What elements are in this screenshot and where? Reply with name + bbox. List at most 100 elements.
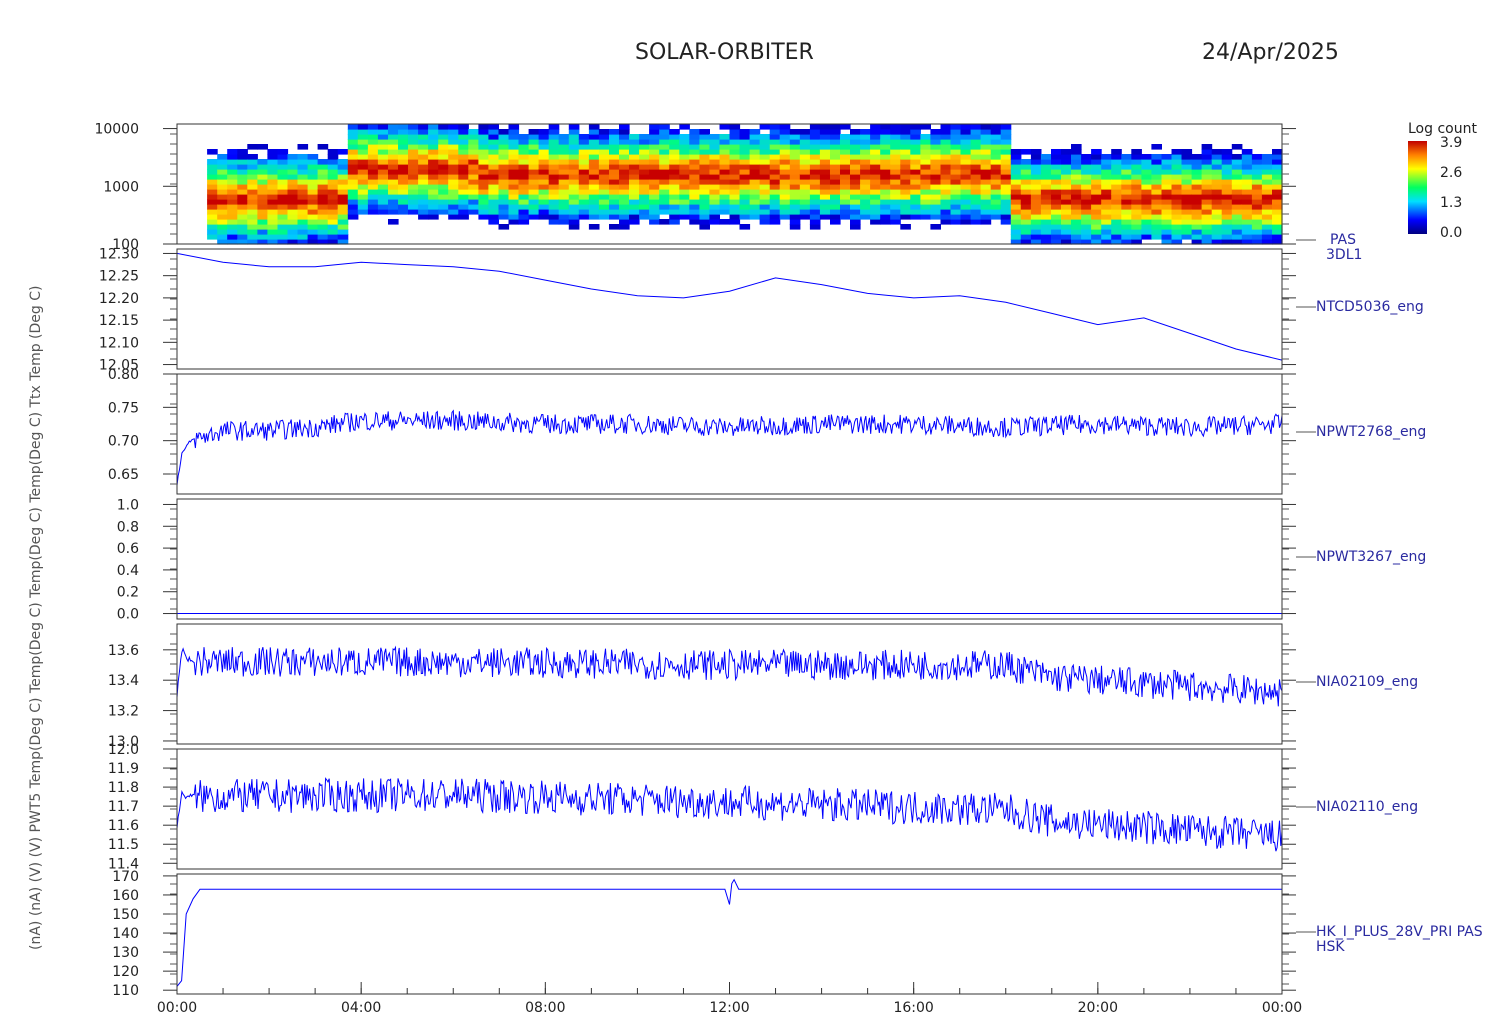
spectrogram-cell bbox=[830, 219, 841, 225]
spectrogram-cell bbox=[538, 154, 550, 160]
spectrogram-cell bbox=[769, 154, 781, 160]
spectrogram-cell bbox=[367, 124, 379, 130]
spectrogram-cell bbox=[920, 139, 931, 145]
panels: 100001000100 PAS3DL112.3012.2512.2012.151… bbox=[94, 122, 1482, 1000]
spectrogram-cell bbox=[267, 164, 278, 170]
spectrogram-cell bbox=[528, 139, 540, 145]
spectrogram-cell bbox=[1272, 234, 1283, 240]
spectrogram-cell bbox=[649, 184, 660, 190]
spectrogram-cell bbox=[528, 159, 540, 165]
spectrogram-cell bbox=[1221, 149, 1233, 155]
spectrogram-cell bbox=[377, 209, 389, 215]
spectrogram-cell bbox=[418, 154, 429, 160]
spectrogram-cell bbox=[478, 144, 489, 150]
spectrogram-cell bbox=[448, 134, 459, 140]
spectrogram-cell bbox=[408, 179, 419, 185]
spectrogram-cell bbox=[1030, 154, 1042, 160]
spectrogram-cell bbox=[1030, 164, 1042, 170]
spectrogram-cell bbox=[327, 214, 339, 220]
spectrogram-cell bbox=[207, 194, 218, 200]
spectrogram-cell bbox=[910, 144, 921, 150]
spectrogram-cell bbox=[910, 159, 921, 165]
spectrogram-cell bbox=[357, 204, 369, 210]
spectrogram-cell bbox=[719, 149, 731, 155]
spectrogram-cell bbox=[1131, 164, 1142, 170]
y-tick-label: 11.7 bbox=[108, 799, 139, 815]
spectrogram-cell bbox=[639, 164, 650, 170]
spectrogram-cell bbox=[568, 189, 580, 195]
spectrogram-cell bbox=[880, 194, 891, 200]
spectrogram-cell bbox=[1141, 184, 1152, 190]
spectrogram-cell bbox=[970, 154, 982, 160]
spectrogram-cell bbox=[789, 194, 801, 200]
spectrogram-cell bbox=[488, 199, 499, 205]
spectrogram-cell bbox=[659, 159, 670, 165]
spectrogram-cell bbox=[468, 139, 479, 145]
spectrogram-cell bbox=[1061, 199, 1072, 205]
spectrogram-cell bbox=[1051, 154, 1062, 160]
spectrogram-cell bbox=[1261, 164, 1273, 170]
spectrogram-cell bbox=[528, 169, 540, 175]
spectrogram-cell bbox=[1231, 144, 1243, 150]
spectrogram-cell bbox=[1030, 209, 1042, 215]
spectrogram-cell bbox=[458, 164, 469, 170]
spectrogram-cell bbox=[267, 154, 278, 160]
spectrogram-cell bbox=[1051, 184, 1062, 190]
spectrogram-cell bbox=[1261, 184, 1273, 190]
spectrogram-cell bbox=[538, 204, 550, 210]
spectrogram-cell bbox=[337, 179, 349, 185]
spectrogram-cell bbox=[247, 144, 258, 150]
spectrogram-cell bbox=[448, 189, 459, 195]
spectrogram-cell bbox=[548, 184, 560, 190]
spectrogram-cell bbox=[1231, 204, 1243, 210]
spectrogram-cell bbox=[528, 149, 540, 155]
spectrogram-cell bbox=[890, 159, 901, 165]
spectrogram-cell bbox=[398, 134, 409, 140]
spectrogram-cell bbox=[789, 139, 801, 145]
spectrogram-cell bbox=[1061, 204, 1072, 210]
spectrogram-cell bbox=[347, 204, 359, 210]
spectrogram-cell bbox=[508, 134, 520, 140]
spectrogram-cell bbox=[749, 189, 761, 195]
spectrogram-cell bbox=[377, 149, 389, 155]
spectrogram-cell bbox=[478, 214, 489, 220]
spectrogram-cell bbox=[388, 134, 399, 140]
spectrogram-cell bbox=[1000, 129, 1012, 135]
spectrogram-cell bbox=[860, 149, 871, 155]
spectrogram-cell bbox=[729, 219, 741, 225]
spectrogram-cell bbox=[508, 144, 520, 150]
spectrogram-cell bbox=[1020, 214, 1032, 220]
spectrogram-cell bbox=[990, 189, 1002, 195]
spectrogram-cell bbox=[558, 214, 570, 220]
spectrogram-cell bbox=[287, 234, 299, 240]
spectrogram-cell bbox=[488, 134, 499, 140]
spectrogram-cell bbox=[960, 159, 972, 165]
spectrogram-cell bbox=[1211, 219, 1223, 225]
spectrogram-cell bbox=[598, 134, 610, 140]
spectrogram-cell bbox=[940, 154, 952, 160]
spectrogram-cell bbox=[1231, 169, 1243, 175]
spectrogram-cell bbox=[990, 179, 1002, 185]
spectrogram-cell bbox=[508, 174, 520, 180]
spectrogram-cell bbox=[317, 204, 329, 210]
spectrogram-cell bbox=[438, 154, 449, 160]
spectrogram-cell bbox=[1272, 149, 1283, 155]
spectrogram-cell bbox=[1181, 164, 1193, 170]
spectrogram-cell bbox=[1091, 189, 1102, 195]
spectrogram-cell bbox=[317, 159, 329, 165]
spectrogram-cell bbox=[659, 129, 670, 135]
spectrogram-cell bbox=[538, 199, 550, 205]
spectrogram-cell bbox=[568, 184, 580, 190]
spectrogram-cell bbox=[809, 179, 821, 185]
spectrogram-cell bbox=[217, 219, 228, 225]
spectrogram-cell bbox=[659, 194, 670, 200]
spectrogram-cell bbox=[1020, 209, 1032, 215]
spectrogram-cell bbox=[1141, 199, 1152, 205]
spectrogram-cell bbox=[870, 189, 881, 195]
spectrogram-cell bbox=[1121, 184, 1132, 190]
spectrogram-cell bbox=[398, 194, 409, 200]
spectrogram-cell bbox=[1181, 234, 1193, 240]
spectrogram-cell bbox=[1091, 169, 1102, 175]
spectrogram-cell bbox=[1081, 209, 1092, 215]
spectrogram-cell bbox=[1161, 184, 1173, 190]
